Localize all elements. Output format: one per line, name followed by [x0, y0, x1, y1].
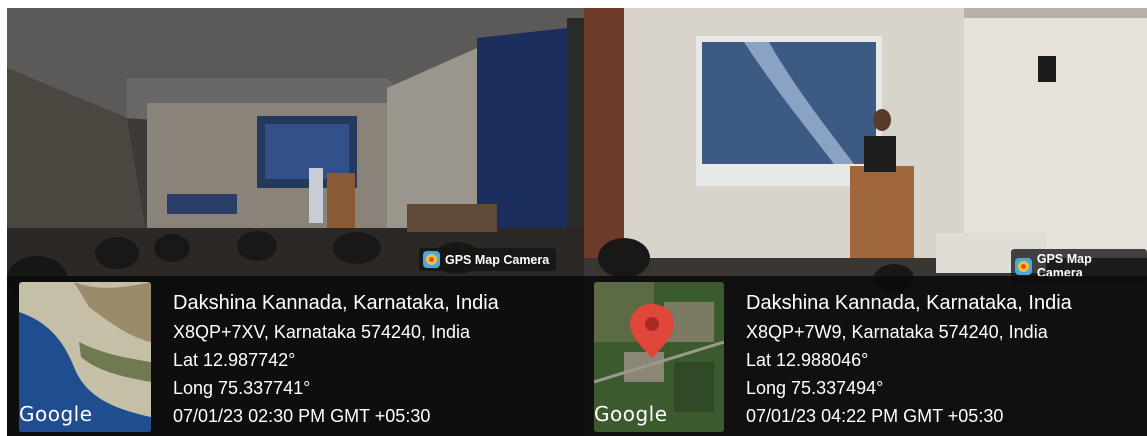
gps-map-camera-badge: GPS Map Camera: [419, 248, 557, 271]
address-line: X8QP+7XV, Karnataka 574240, India: [173, 322, 471, 342]
location-text: Dakshina Kannada, Karnataka, India X8QP+…: [173, 288, 499, 430]
longitude: Long 75.337741°: [173, 378, 311, 398]
timestamp: 07/01/23 02:30 PM GMT +05:30: [173, 406, 431, 426]
location-text: Dakshina Kannada, Karnataka, India X8QP+…: [746, 288, 1072, 430]
longitude: Long 75.337494°: [746, 378, 884, 398]
address-line: X8QP+7W9, Karnataka 574240, India: [746, 322, 1048, 342]
latitude: Lat 12.988046°: [746, 350, 869, 370]
gps-map-camera-icon: [1015, 257, 1032, 275]
gps-map-camera-icon: [423, 251, 440, 268]
badge-label: GPS Map Camera: [445, 252, 550, 267]
google-label: Google: [19, 402, 93, 426]
place-name: Dakshina Kannada, Karnataka, India: [173, 292, 499, 314]
photo-left: GPS Map Camera Google Dakshina Kannada, …: [7, 8, 584, 436]
place-name: Dakshina Kannada, Karnataka, India: [746, 292, 1072, 314]
google-label: Google: [594, 402, 668, 426]
photo-right: GPS Map Camera Google Dakshina Kannada, …: [584, 8, 1147, 436]
location-info-panel: Google Dakshina Kannada, Karnataka, Indi…: [7, 276, 584, 436]
latitude: Lat 12.987742°: [173, 350, 296, 370]
location-info-panel: Google Dakshina Kannada, Karnataka, Indi…: [584, 276, 1147, 436]
timestamp: 07/01/23 04:22 PM GMT +05:30: [746, 406, 1004, 426]
map-thumbnail: Google: [594, 282, 724, 432]
map-thumbnail: Google: [19, 282, 151, 432]
